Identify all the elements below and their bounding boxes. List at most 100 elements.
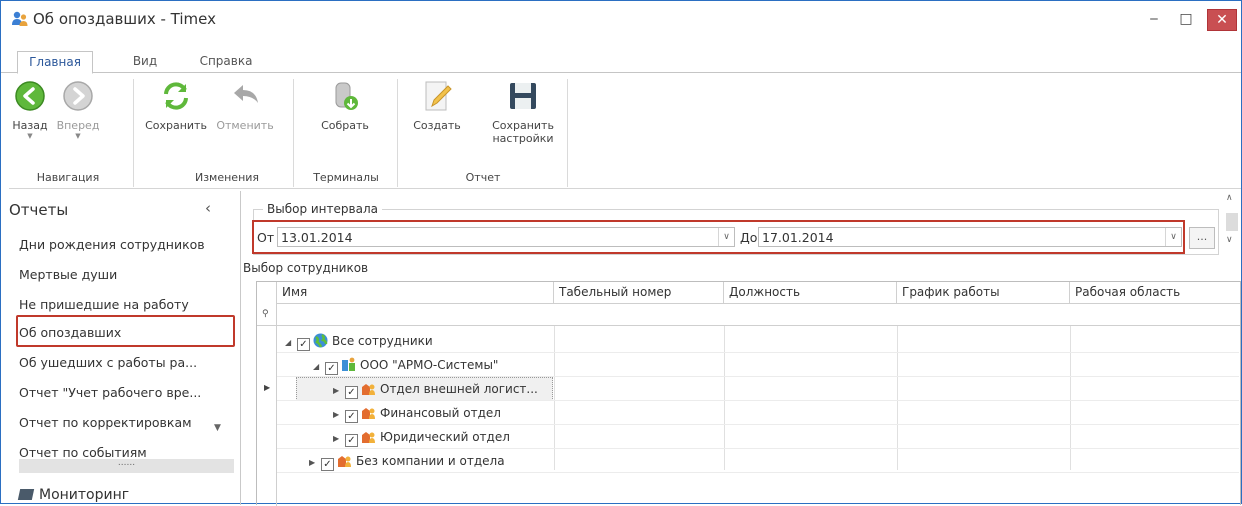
tree-row[interactable]: ◢ ✓ Все сотрудники: [277, 329, 1239, 353]
to-label: До: [740, 230, 758, 245]
tree-row[interactable]: ◢ ✓ ООО "АРМО-Системы": [277, 353, 1239, 377]
tree-node-label: Юридический отдел: [380, 430, 510, 444]
forward-label: Вперед: [56, 119, 100, 132]
column-header-position[interactable]: Должность: [724, 282, 897, 304]
tree-checkbox[interactable]: ✓: [345, 434, 358, 447]
group-label-terminals: Терминалы: [313, 171, 379, 184]
tree-checkbox[interactable]: ✓: [321, 458, 334, 471]
tree-node[interactable]: ▶ ✓ Отдел внешней логист...: [333, 381, 538, 399]
tree-node[interactable]: ◢ ✓ ООО "АРМО-Системы": [313, 357, 498, 375]
vertical-scrollbar[interactable]: ∧ ∨: [1223, 191, 1241, 261]
forward-button[interactable]: Вперед ▼: [53, 79, 103, 140]
employee-selection-label: Выбор сотрудников: [243, 261, 369, 275]
close-button[interactable]: ✕: [1207, 9, 1237, 31]
group-label-report: Отчет: [465, 171, 501, 184]
save-settings-button[interactable]: Сохранить настройки: [483, 79, 563, 145]
reports-panel-title: Отчеты: [9, 201, 69, 219]
interval-options-button[interactable]: ...: [1189, 227, 1215, 249]
company-icon: [342, 357, 355, 371]
column-header-work-area[interactable]: Рабочая область: [1070, 282, 1240, 304]
tree-expanded-icon[interactable]: ◢: [285, 338, 297, 347]
chevron-down-icon: ▼: [27, 132, 33, 140]
tab-main[interactable]: Главная: [17, 51, 93, 74]
to-date-value: 17.01.2014: [762, 230, 834, 245]
department-icon: [338, 456, 351, 467]
group-label-changes: Изменения: [194, 171, 260, 184]
collect-button[interactable]: Собрать: [317, 79, 373, 132]
tree-node-label: Отдел внешней логист...: [380, 382, 538, 396]
tree-checkbox[interactable]: ✓: [345, 386, 358, 399]
create-button[interactable]: Создать: [413, 79, 461, 132]
cancel-button[interactable]: Отменить: [213, 79, 277, 132]
report-item[interactable]: Дни рождения сотрудников: [19, 237, 205, 252]
monitoring-label: Мониторинг: [39, 487, 130, 503]
collect-label: Собрать: [321, 119, 369, 132]
tree-node-label: Финансовый отдел: [380, 406, 501, 420]
chevron-down-icon[interactable]: ∨: [1165, 228, 1181, 246]
tree-node[interactable]: ▶ ✓ Юридический отдел: [333, 429, 510, 447]
from-date-value: 13.01.2014: [281, 230, 353, 245]
column-header-name[interactable]: Имя: [277, 282, 554, 304]
tree-node-label: ООО "АРМО-Системы": [360, 358, 499, 372]
from-label: От: [257, 230, 275, 245]
filter-pin-icon: ⚲: [262, 309, 269, 319]
tree-node[interactable]: ▶ ✓ Финансовый отдел: [333, 405, 501, 423]
tree-collapsed-icon[interactable]: ▶: [333, 434, 345, 443]
ribbon-panel: Назад ▼ Вперед ▼ Сохранить Отменить Собр…: [9, 73, 1241, 189]
tree-node[interactable]: ▶ ✓ Без компании и отдела: [309, 453, 505, 471]
create-label: Создать: [413, 119, 461, 132]
tab-help[interactable]: Справка: [197, 51, 255, 74]
collapse-panel-icon[interactable]: ‹: [205, 199, 211, 217]
scroll-down-icon[interactable]: ∨: [1226, 235, 1233, 245]
interval-legend: Выбор интервала: [263, 202, 382, 216]
back-button[interactable]: Назад ▼: [9, 79, 51, 140]
department-icon: [362, 384, 375, 395]
tree-row[interactable]: ▶ ✓ Юридический отдел: [277, 425, 1239, 449]
tree-checkbox[interactable]: ✓: [345, 410, 358, 423]
to-date-combo[interactable]: 17.01.2014 ∨: [758, 227, 1182, 247]
report-item[interactable]: Отчет "Учет рабочего вре...: [19, 385, 201, 400]
tree-collapsed-icon[interactable]: ▶: [333, 386, 345, 395]
maximize-button[interactable]: □: [1173, 9, 1199, 31]
report-item-selected[interactable]: Об опоздавших: [19, 325, 121, 340]
report-item[interactable]: Об ушедших с работы ра...: [19, 355, 197, 370]
save-settings-label-line1: Сохранить: [492, 119, 554, 132]
save-button[interactable]: Сохранить: [141, 79, 211, 132]
tree-row[interactable]: ▶ ✓ Финансовый отдел: [277, 401, 1239, 425]
report-item[interactable]: Отчет по корректировкам: [19, 415, 192, 430]
column-header-schedule[interactable]: График работы: [897, 282, 1070, 304]
reports-navigation-panel: Отчеты ‹ Дни рождения сотрудников Мертвы…: [1, 191, 241, 505]
tree-row[interactable]: ▶ ✓ Отдел внешней логист...: [277, 377, 1239, 401]
report-item[interactable]: Не пришедшие на работу: [19, 297, 189, 312]
tree-checkbox[interactable]: ✓: [325, 362, 338, 375]
ribbon-tab-bar: Главная Вид Справка: [1, 51, 1241, 74]
tab-view[interactable]: Вид: [129, 51, 161, 74]
tree-expanded-icon[interactable]: ◢: [313, 362, 325, 371]
save-label: Сохранить: [145, 119, 207, 132]
tree-node[interactable]: ◢ ✓ Все сотрудники: [285, 333, 433, 351]
tree-row[interactable]: ▶ ✓ Без компании и отдела: [277, 449, 1239, 473]
group-divider: [293, 79, 294, 187]
scroll-down-icon[interactable]: ▼: [214, 423, 221, 433]
tree-checkbox[interactable]: ✓: [297, 338, 310, 351]
panel-splitter-grip[interactable]: ......: [19, 459, 234, 473]
from-date-combo[interactable]: 13.01.2014 ∨: [277, 227, 735, 247]
department-icon: [362, 432, 375, 443]
department-icon: [362, 408, 375, 419]
window-title: Об опоздавших - Timex: [33, 10, 216, 28]
tree-collapsed-icon[interactable]: ▶: [309, 458, 321, 467]
app-window: Об опоздавших - Timex ‒ □ ✕ Главная Вид …: [0, 0, 1242, 506]
chevron-down-icon[interactable]: ∨: [718, 228, 734, 246]
group-divider: [397, 79, 398, 187]
globe-icon: [313, 333, 328, 348]
auto-filter-row[interactable]: ⚲: [257, 304, 1240, 326]
minimize-button[interactable]: ‒: [1141, 9, 1167, 31]
monitoring-nav-item[interactable]: Мониторинг: [17, 487, 130, 503]
scroll-thumb[interactable]: [1226, 213, 1238, 231]
report-item[interactable]: Мертвые души: [19, 267, 117, 282]
column-header-personnel-number[interactable]: Табельный номер: [554, 282, 724, 304]
tree-node-label: Без компании и отдела: [356, 454, 505, 468]
monitoring-icon: [17, 489, 35, 500]
scroll-up-icon[interactable]: ∧: [1226, 193, 1233, 203]
tree-collapsed-icon[interactable]: ▶: [333, 410, 345, 419]
